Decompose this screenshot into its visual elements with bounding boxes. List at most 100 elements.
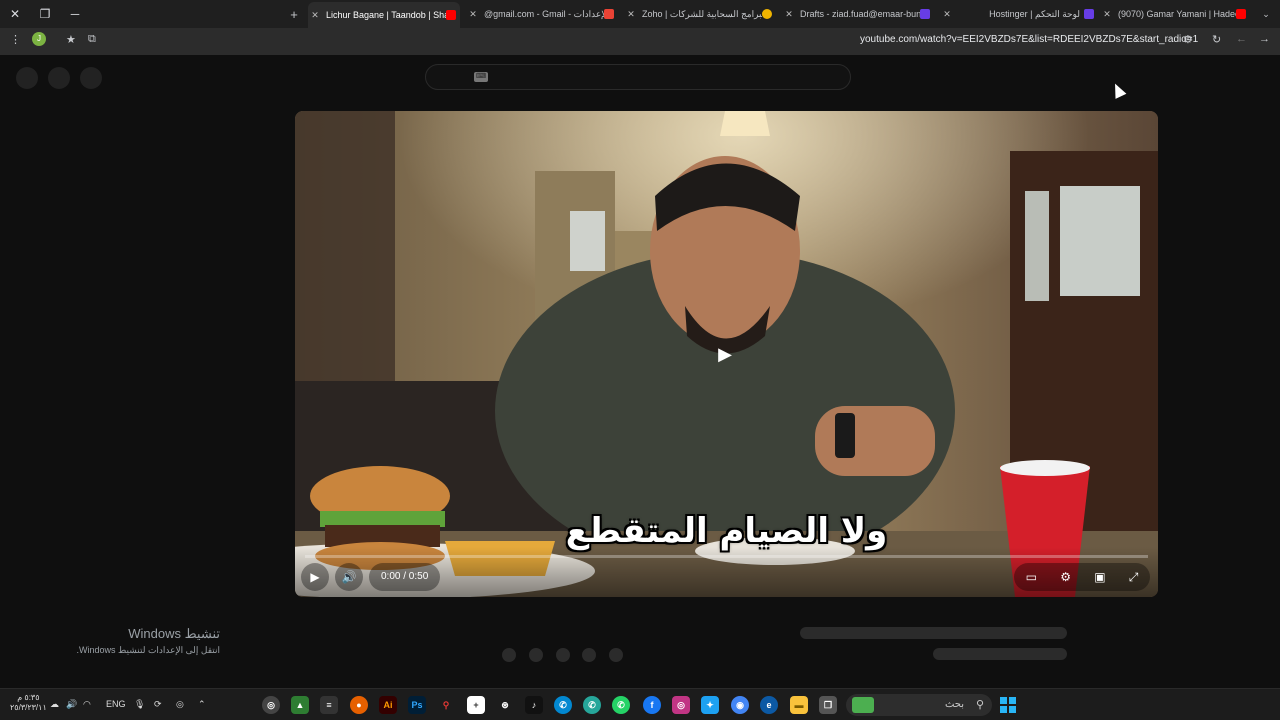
whatsapp-icon[interactable]: ✆ [612, 696, 630, 714]
close-tab-icon[interactable]: ✕ [940, 9, 954, 20]
tab-gmail[interactable]: ✕ @gmail.com - Gmail - الإعدادات [466, 4, 618, 24]
hostinger-icon [1084, 9, 1094, 19]
subtitles-icon[interactable]: ▭ [1026, 570, 1037, 584]
chatgpt-app-icon[interactable]: ◎ [262, 696, 280, 714]
site-settings-icon[interactable]: ⚙ [1183, 33, 1193, 46]
task-view-icon[interactable]: ❐ [819, 696, 837, 714]
copilot-icon[interactable]: ◎ [176, 699, 184, 710]
profile-avatar[interactable]: J [32, 32, 46, 46]
add-app-icon[interactable]: + [467, 696, 485, 714]
microphone-icon[interactable]: 🎙 [134, 699, 145, 710]
video-player[interactable]: ولا الصيام المتقطع ▶ ▶ 🔊 0:00 / 0:50 ▭ ⚙… [295, 111, 1158, 597]
taskbar-search-input[interactable]: بحث ⚲ [846, 694, 992, 716]
large-play-icon[interactable]: ▶ [703, 337, 747, 371]
firefox-icon[interactable]: ● [350, 696, 368, 714]
browser-tab-bar: ✕ ❐ ─ + ✕ Lichur Bagane | Taandob | Shal… [0, 0, 1280, 28]
skeleton-dot [609, 648, 623, 662]
search-app-icon[interactable]: ⚲ [437, 696, 455, 714]
settings-gear-icon[interactable]: ⚙ [1060, 570, 1071, 584]
play-button[interactable]: ▶ [301, 563, 329, 591]
restore-window-icon[interactable]: ❐ [30, 0, 60, 28]
progress-bar[interactable] [305, 555, 1148, 558]
search-icon: ⚲ [975, 699, 984, 711]
new-tab-button[interactable]: + [282, 4, 306, 24]
activation-subtitle: انتقل إلى الإعدادات لتنشيط Windows. [76, 645, 220, 655]
right-controls: ▭ ⚙ ▣ ⤢ [1014, 563, 1150, 591]
close-tab-icon[interactable]: ✕ [308, 10, 322, 21]
close-tab-icon[interactable]: ✕ [782, 9, 796, 20]
files-app-icon[interactable]: ≡ [320, 696, 338, 714]
address-bar-row: ⋮ J ★ ⧉ youtube.com/watch?v=EEI2VBZDs7E&… [0, 28, 1280, 55]
clock-date: ٢٥/٣/٢٣/١١ [10, 703, 47, 712]
subtitle-skeleton [933, 648, 1067, 660]
volume-icon[interactable]: 🔊 [335, 563, 363, 591]
tab-zoho[interactable]: ✕ Zoho | البرامج السحابية للشركات [624, 4, 776, 24]
activation-title: تنشيط Windows [128, 626, 220, 641]
chat-app-icon[interactable]: ✆ [583, 696, 601, 714]
wifi-icon[interactable]: ◠ [83, 699, 91, 710]
youtube-icon [1236, 9, 1246, 19]
start-button[interactable] [999, 696, 1017, 714]
close-tab-icon[interactable]: ✕ [466, 9, 480, 20]
language-indicator[interactable]: ENG [106, 699, 126, 709]
clock-time: ٥:٣٥ م [17, 693, 40, 702]
forward-icon[interactable]: ← [1236, 33, 1247, 45]
illustrator-icon[interactable]: Ai [379, 696, 397, 714]
gmail-icon [604, 9, 614, 19]
tab-search-icon[interactable]: ⧉ [88, 33, 96, 46]
openai-icon[interactable]: ⊛ [496, 696, 514, 714]
windows-logo-icon [1000, 697, 1016, 713]
speaker-icon[interactable]: 🔊 [66, 699, 77, 710]
tab-title: (9070) Gamar Yamani | Hadeel [1118, 9, 1236, 19]
bookmark-star-icon[interactable]: ★ [66, 33, 76, 46]
header-skeleton-circle [80, 67, 102, 89]
messenger-icon[interactable]: ✆ [554, 696, 572, 714]
reload-icon[interactable]: ↻ [1212, 33, 1221, 46]
tab-title: Drafts - ziad.fuad@emaar-bun: [800, 9, 920, 19]
video-caption: ولا الصيام المتقطع [565, 511, 888, 551]
close-tab-icon[interactable]: ✕ [1100, 9, 1114, 20]
menu-kebab-icon[interactable]: ⋮ [10, 33, 21, 46]
twitter-icon[interactable]: ✦ [701, 696, 719, 714]
show-hidden-icons-chevron-icon[interactable]: ⌃ [198, 699, 206, 710]
chrome-icon[interactable]: ◉ [731, 696, 749, 714]
window-controls: ✕ ❐ ─ [0, 0, 90, 28]
youtube-header: ⌨ [0, 56, 1280, 100]
theater-mode-icon[interactable]: ▣ [1094, 570, 1105, 584]
windows-activation-watermark: تنشيط Windows انتقل إلى الإعدادات لتنشيط… [76, 626, 220, 656]
tab-music[interactable]: ✕ (9070) Gamar Yamani | Hadeel [1100, 4, 1250, 24]
tab-search-chevron-icon[interactable]: ⌄ [1256, 4, 1276, 24]
youtube-icon [446, 10, 456, 20]
title-skeleton [800, 627, 1067, 639]
tab-youtube-active[interactable]: ✕ Lichur Bagane | Taandob | Shal: [308, 2, 460, 28]
keyboard-icon[interactable]: ⌨ [474, 72, 488, 82]
clock[interactable]: ٥:٣٥ م ٢٥/٣/٢٣/١١ [10, 693, 47, 713]
facebook-icon[interactable]: f [643, 696, 661, 714]
edge-icon[interactable]: e [760, 696, 778, 714]
back-icon[interactable]: → [1259, 33, 1270, 45]
time-display: 0:00 / 0:50 [369, 563, 441, 591]
cloud-icon[interactable]: ☁ [50, 699, 59, 710]
tab-title: Hostinger | لوحة التحكم [989, 8, 1080, 19]
tab-drafts[interactable]: ✕ Drafts - ziad.fuad@emaar-bun: [782, 4, 934, 24]
tab-hostinger[interactable]: ✕ Hostinger | لوحة التحكم [940, 4, 1098, 24]
hostinger-icon [920, 9, 930, 19]
maps-app-icon[interactable]: ▲ [291, 696, 309, 714]
file-explorer-icon[interactable]: ▬ [790, 696, 808, 714]
player-controls: ▶ 🔊 0:00 / 0:50 ▭ ⚙ ▣ ⤢ [295, 547, 1158, 597]
close-tab-icon[interactable]: ✕ [624, 9, 638, 20]
tiktok-icon[interactable]: ♪ [525, 696, 543, 714]
minimize-window-icon[interactable]: ─ [60, 0, 90, 28]
close-window-icon[interactable]: ✕ [0, 0, 30, 28]
tab-title: Lichur Bagane | Taandob | Shal: [326, 10, 446, 20]
sync-icon[interactable]: ⟳ [154, 699, 162, 710]
zoho-icon [762, 9, 772, 19]
search-box[interactable]: ⌨ [425, 64, 851, 90]
fullscreen-icon[interactable]: ⤢ [1129, 570, 1139, 585]
url-text[interactable]: youtube.com/watch?v=EEI2VBZDs7E&list=RDE… [860, 34, 1198, 45]
header-skeleton-circle [48, 67, 70, 89]
tab-title: Zoho | البرامج السحابية للشركات [642, 8, 762, 19]
instagram-icon[interactable]: ◎ [672, 696, 690, 714]
photoshop-icon[interactable]: Ps [408, 696, 426, 714]
search-placeholder: بحث [944, 699, 964, 710]
